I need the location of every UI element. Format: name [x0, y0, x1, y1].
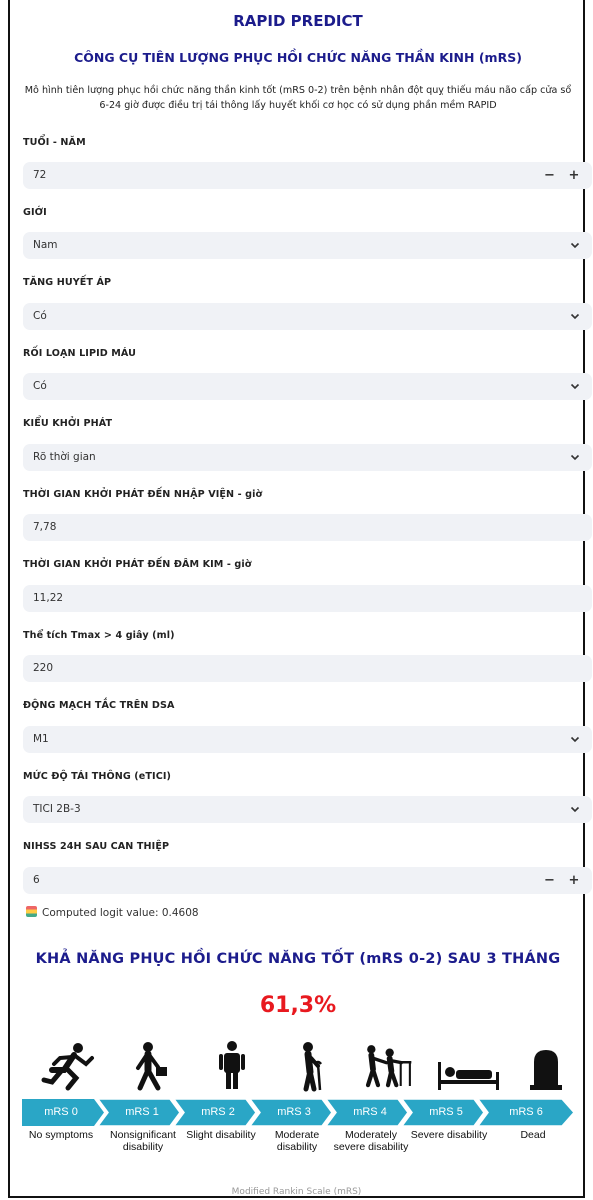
reperfusion-label: MỨC ĐỘ TÁI THÔNG (eTICI) [23, 771, 171, 782]
age-label: TUỔI - NĂM [23, 137, 86, 148]
onset-type-value: Rõ thời gian [33, 451, 96, 463]
sex-select[interactable]: Nam [23, 232, 592, 259]
onset-to-admission-value: 7,78 [33, 521, 57, 533]
dyslipidemia-select[interactable]: Có [23, 373, 592, 400]
age-value: 72 [33, 169, 47, 181]
mrs-1-caption: Nonsignificant disability [110, 1129, 176, 1153]
onset-to-puncture-value: 11,22 [33, 592, 64, 604]
nihss-increment-button[interactable]: + [564, 867, 584, 894]
nihss-stepper: − + [539, 867, 584, 894]
nihss-label: NIHSS 24H SAU CAN THIỆP [23, 841, 170, 852]
app-title: RAPID PREDICT [233, 12, 363, 30]
mrs-0-caption: No symptoms [28, 1129, 94, 1141]
mrs-5-label: mRS 5 [429, 1106, 463, 1118]
nihss-number-input[interactable]: 6 − + [23, 867, 592, 894]
person-with-cane-icon [303, 1042, 322, 1092]
onset-to-admission-input[interactable]: 7,78 [23, 514, 592, 541]
onset-to-puncture-input[interactable]: 11,22 [23, 585, 592, 612]
tombstone-icon [530, 1050, 562, 1090]
dyslipidemia-label: RỐI LOẠN LIPID MÁU [23, 348, 137, 359]
mrs-3-label: mRS 3 [277, 1106, 311, 1118]
onset-to-admission-label: THỜI GIAN KHỞI PHÁT ĐẾN NHẬP VIỆN - giờ [23, 489, 263, 500]
reperfusion-value: TICI 2B-3 [33, 803, 81, 815]
person-with-walker-assisted-icon [365, 1045, 412, 1088]
chevron-down-icon [570, 373, 580, 410]
mrs-4-caption: Moderately severe disability [333, 1129, 409, 1153]
tmax-volume-value: 220 [33, 662, 54, 674]
model-description: Mô hình tiên lượng phục hồi chức năng th… [24, 85, 572, 111]
logit-output: Computed logit value: 0.4608 [26, 906, 199, 919]
occluded-artery-label: ĐỘNG MẠCH TẮC TRÊN DSA [23, 700, 175, 711]
nihss-decrement-button[interactable]: − [539, 867, 559, 894]
onset-to-puncture-label: THỜI GIAN KHỞI PHÁT ĐẾN ĐÂM KIM - giờ [23, 559, 252, 570]
hypertension-select[interactable]: Có [23, 303, 592, 330]
onset-type-select[interactable]: Rõ thời gian [23, 444, 592, 471]
mrs-1-label: mRS 1 [125, 1106, 159, 1118]
mrs-scale-graphic: mRS 0 mRS 1 mRS 2 mRS 3 mRS 4 mRS 5 mRS … [22, 1040, 582, 1170]
hypertension-value: Có [33, 310, 47, 322]
chevron-down-icon [570, 232, 580, 269]
chevron-down-icon [570, 303, 580, 340]
hypertension-label: TĂNG HUYẾT ÁP [23, 277, 112, 288]
mrs-scale-caption: Modified Rankin Scale (mRS) [231, 1187, 362, 1197]
mrs-2-label: mRS 2 [201, 1106, 235, 1118]
age-number-input[interactable]: 72 − + [23, 162, 592, 189]
sex-label: GIỚI [23, 207, 47, 218]
bedridden-person-icon [438, 1062, 499, 1090]
reperfusion-select[interactable]: TICI 2B-3 [23, 796, 592, 823]
chevron-down-icon [570, 444, 580, 481]
result-title: KHẢ NĂNG PHỤC HỒI CHỨC NĂNG TỐT (mRS 0-2… [35, 951, 561, 967]
chart-emoji-icon [26, 906, 37, 917]
logit-text: Computed logit value: 0.4608 [42, 907, 199, 919]
tmax-volume-input[interactable]: 220 [23, 655, 592, 682]
occluded-artery-value: M1 [33, 733, 49, 745]
mrs-arrow-row: mRS 0 mRS 1 mRS 2 mRS 3 mRS 4 mRS 5 mRS … [22, 1099, 582, 1126]
onset-type-label: KIỂU KHỞI PHÁT [23, 418, 113, 429]
walking-person-briefcase-icon [136, 1042, 167, 1091]
sex-value: Nam [33, 239, 58, 251]
tool-subtitle: CÔNG CỤ TIÊN LƯỢNG PHỤC HỒI CHỨC NĂNG TH… [74, 50, 522, 65]
mrs-6-caption: Dead [520, 1129, 546, 1141]
nihss-value: 6 [33, 874, 40, 886]
standing-person-icon [219, 1041, 245, 1089]
probability-value: 61,3% [259, 993, 337, 1018]
chevron-down-icon [570, 796, 580, 833]
chevron-down-icon [570, 726, 580, 763]
dyslipidemia-value: Có [33, 380, 47, 392]
mrs-4-label: mRS 4 [353, 1106, 387, 1118]
occluded-artery-select[interactable]: M1 [23, 726, 592, 753]
tmax-volume-label: Thể tích Tmax > 4 giây (ml) [23, 630, 175, 641]
running-person-icon [41, 1043, 94, 1091]
mrs-5-caption: Severe disability [410, 1129, 488, 1141]
mrs-0-label: mRS 0 [44, 1106, 78, 1118]
mrs-2-caption: Slight disability [186, 1129, 256, 1141]
age-stepper: − + [539, 162, 584, 189]
mrs-3-caption: Moderate disability [274, 1129, 320, 1153]
age-decrement-button[interactable]: − [539, 162, 559, 189]
mrs-6-label: mRS 6 [509, 1106, 543, 1118]
age-increment-button[interactable]: + [564, 162, 584, 189]
